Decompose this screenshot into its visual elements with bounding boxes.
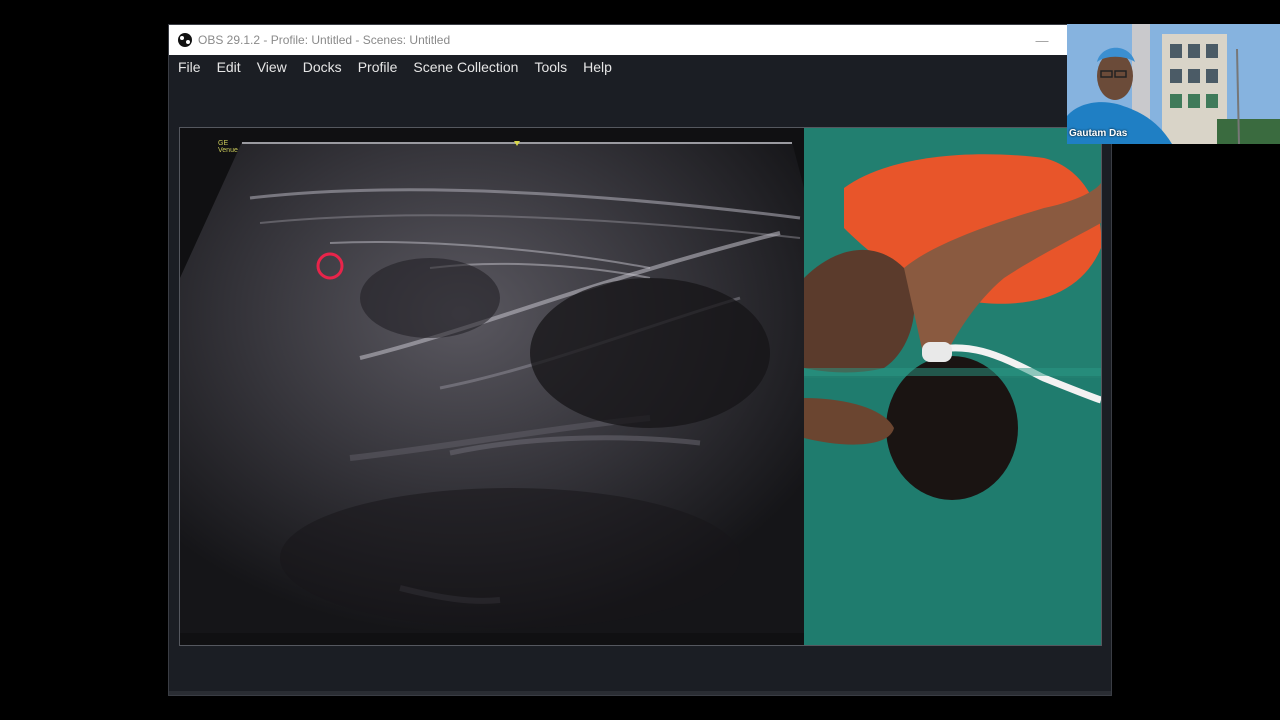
dock-strip — [169, 691, 1111, 695]
menu-profile[interactable]: Profile — [350, 55, 406, 79]
title-bar: OBS 29.1.2 - Profile: Untitled - Scenes:… — [169, 25, 1111, 55]
menu-tools[interactable]: Tools — [526, 55, 575, 79]
ultrasound-feed: GE Venue — [180, 128, 804, 645]
menu-edit[interactable]: Edit — [209, 55, 249, 79]
window-title: OBS 29.1.2 - Profile: Untitled - Scenes:… — [198, 33, 451, 47]
minimize-button[interactable]: — — [1019, 25, 1065, 55]
participant-video: Gautam Das — [1067, 24, 1280, 144]
preview-canvas[interactable]: GE Venue — [179, 127, 1102, 646]
obs-window: OBS 29.1.2 - Profile: Untitled - Scenes:… — [168, 24, 1112, 696]
probe-label-line1: GE — [218, 140, 229, 147]
obs-logo-icon — [178, 33, 192, 47]
probe-label: GE Venue — [218, 140, 238, 154]
menu-file[interactable]: File — [169, 55, 209, 79]
menu-bar: File Edit View Docks Profile Scene Colle… — [169, 55, 1111, 79]
menu-docks[interactable]: Docks — [295, 55, 350, 79]
camera-feed — [804, 128, 1101, 645]
menu-help[interactable]: Help — [575, 55, 620, 79]
ultrasound-image — [180, 128, 804, 645]
probe-label-line2: Venue — [218, 147, 238, 154]
minimize-icon: — — [1035, 32, 1049, 48]
participant-name: Gautam Das — [1069, 128, 1128, 139]
camera-image — [804, 128, 1101, 645]
menu-view[interactable]: View — [249, 55, 295, 79]
participant-image — [1067, 24, 1280, 144]
menu-scene-collection[interactable]: Scene Collection — [405, 55, 526, 79]
